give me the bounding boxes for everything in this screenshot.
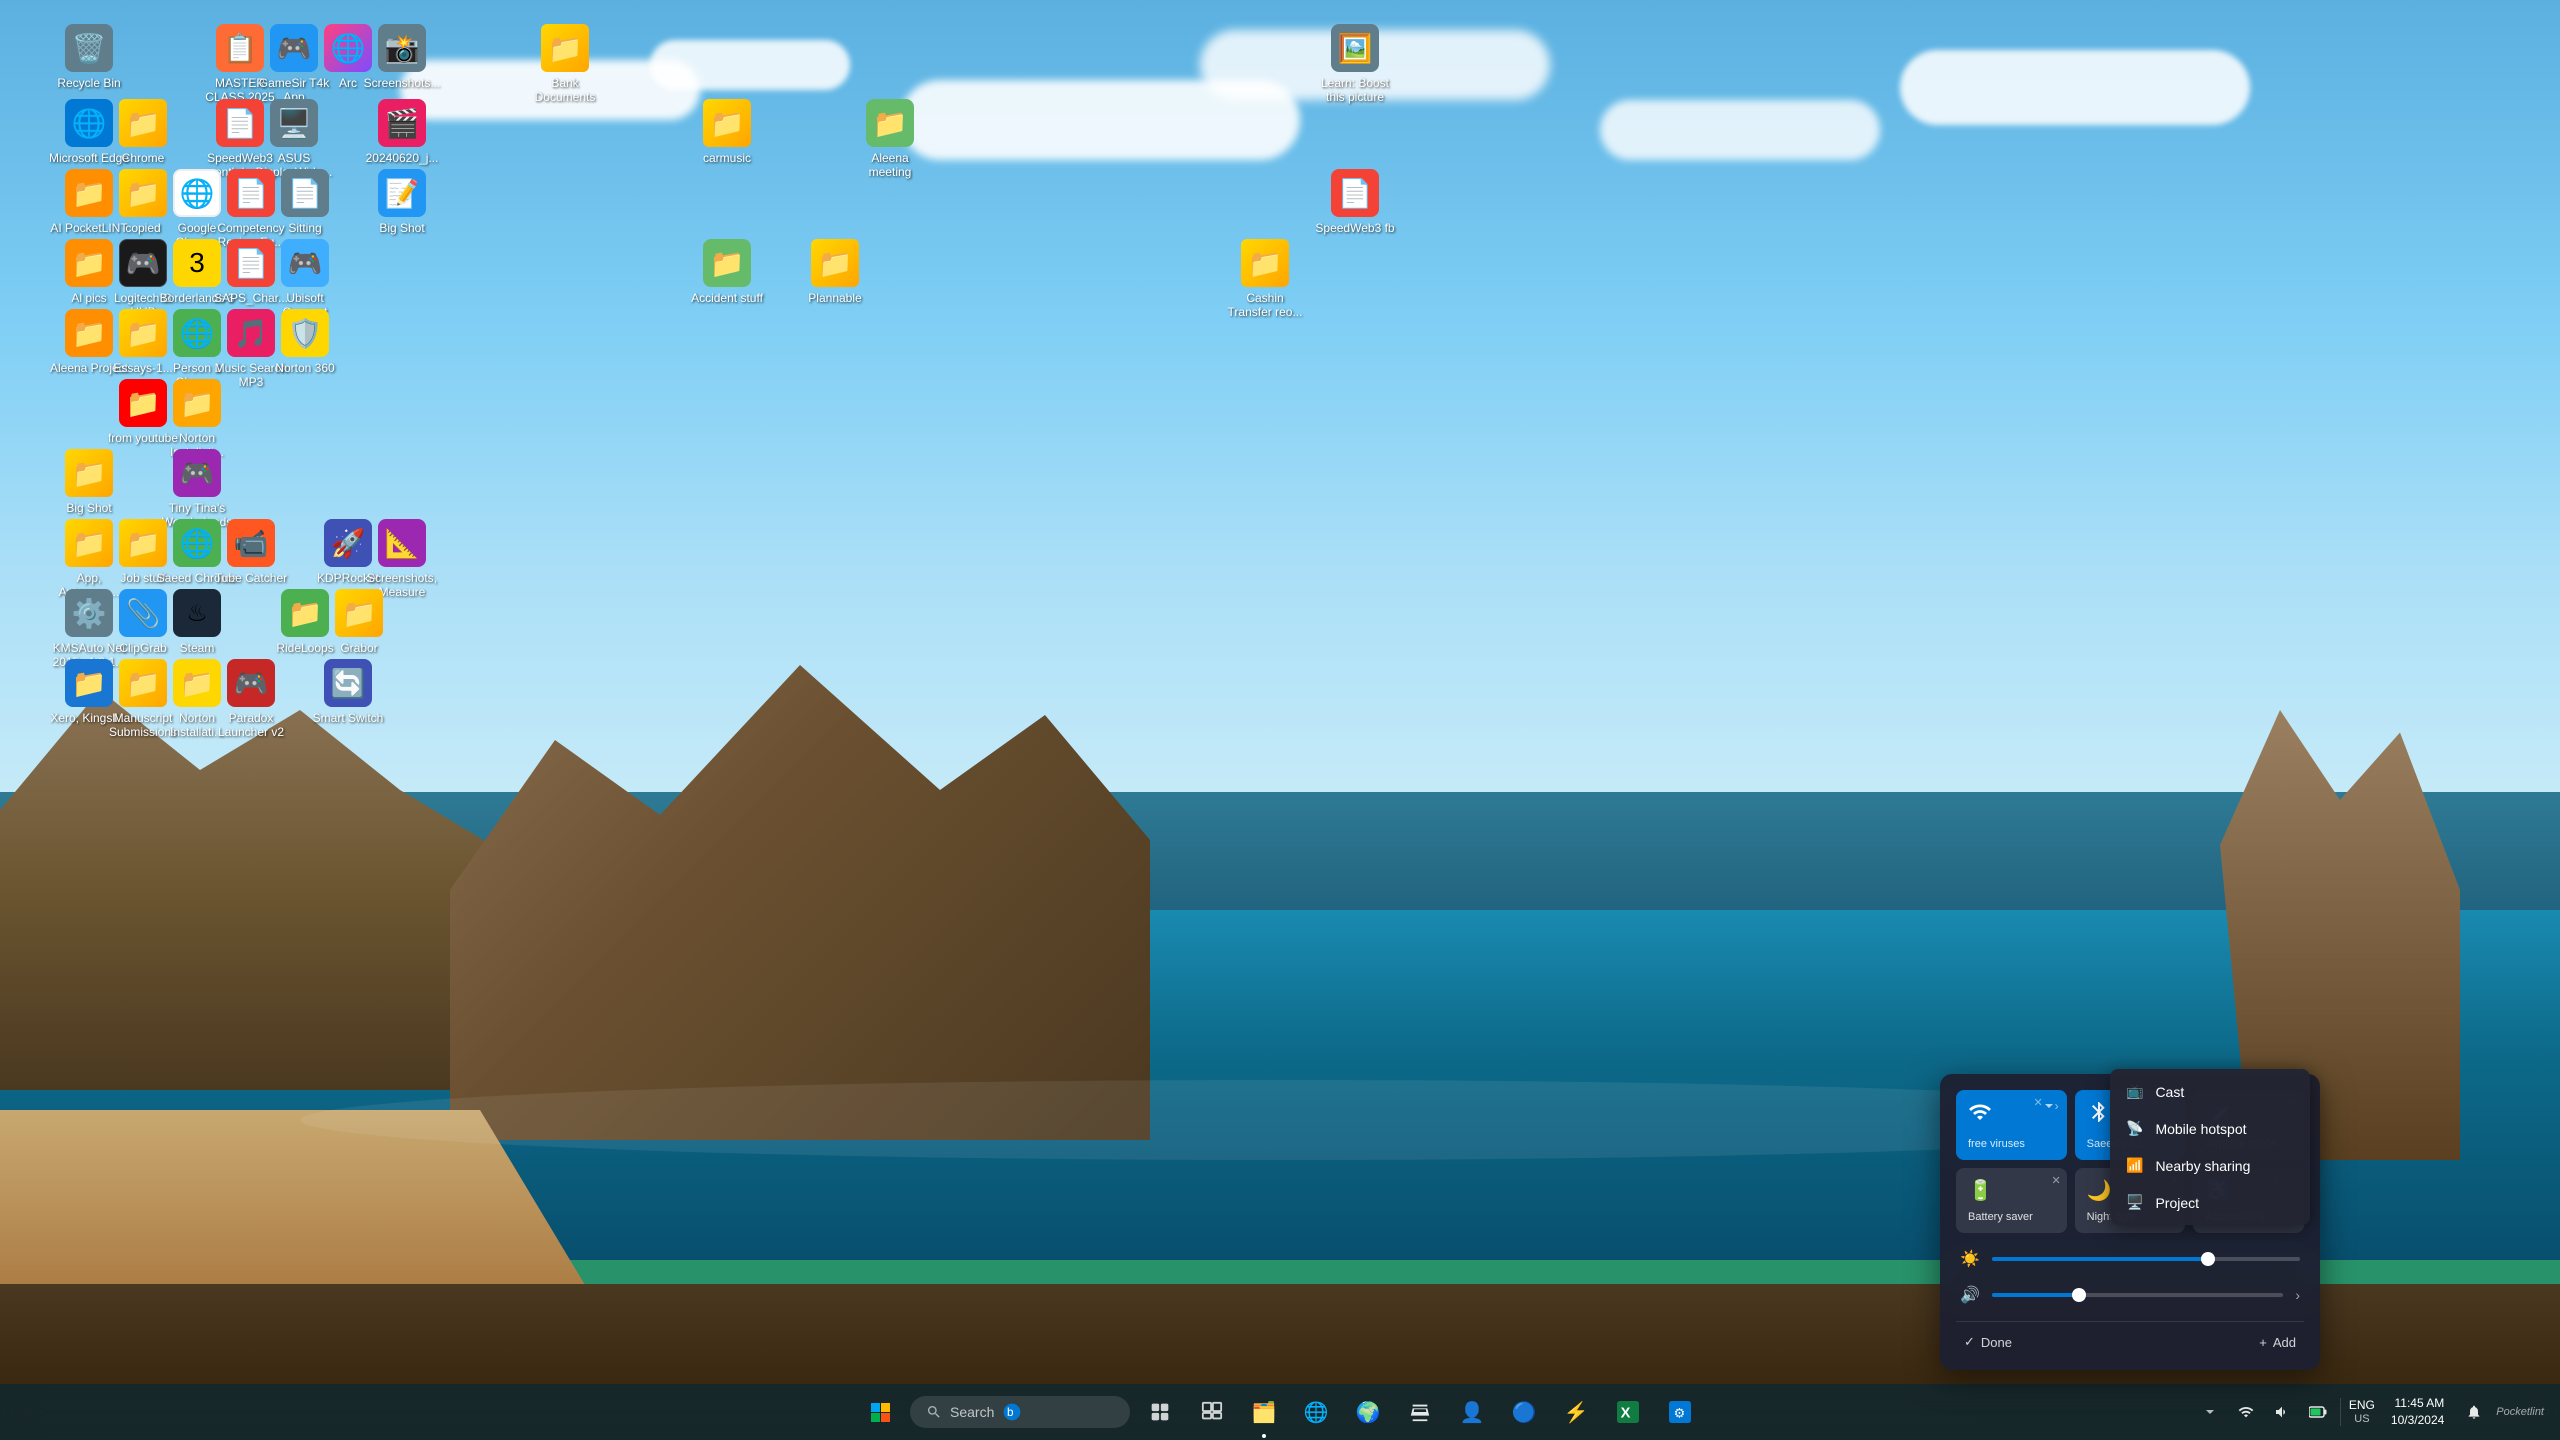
nearby-sharing-icon: 📶 <box>2126 1157 2143 1174</box>
excel-taskbar-button[interactable]: X <box>1606 1390 1650 1434</box>
qs-battery-close[interactable]: ✕ <box>2051 1174 2060 1187</box>
plus-icon: + <box>2259 1335 2267 1350</box>
checkmark-icon: ✓ <box>1964 1334 1975 1350</box>
file-explorer-button[interactable]: 🗂️ <box>1242 1390 1286 1434</box>
volume-tray-icon[interactable] <box>2268 1398 2296 1426</box>
icon-smart-switch[interactable]: 🔄 Smart Switch <box>303 655 393 729</box>
qs-tile-battery-saver[interactable]: ✕ 🔋 Battery saver <box>1956 1168 2067 1233</box>
start-button[interactable] <box>858 1390 902 1434</box>
cast-label: Cast <box>2155 1084 2184 1100</box>
clock[interactable]: 11:45 AM 10/3/2024 <box>2383 1391 2452 1433</box>
search-icon <box>926 1404 942 1420</box>
nearby-sharing-label: Nearby sharing <box>2155 1158 2250 1174</box>
done-label: Done <box>1981 1335 2012 1350</box>
quick-settings-panel: › ✕ free viruses › ✕ Saeed's S22 ✕ ✈️ Ai… <box>1940 1074 2320 1370</box>
icon-cashin[interactable]: 📁 Cashin Transfer reo... <box>1220 235 1310 324</box>
mobile-hotspot-icon: 📡 <box>2126 1120 2143 1137</box>
icon-steam[interactable]: ♨ Steam <box>152 585 242 659</box>
clock-date: 10/3/2024 <box>2391 1412 2444 1429</box>
volume-slider[interactable] <box>1992 1293 2283 1297</box>
volume-icon: 🔊 <box>1960 1285 1980 1305</box>
icon-norton360[interactable]: 🛡️ Norton 360 <box>260 305 350 379</box>
qs-project-item[interactable]: 🖥️ Project <box>2110 1184 2310 1221</box>
chrome-taskbar-button[interactable]: 🔵 <box>1502 1390 1546 1434</box>
battery-tray-icon[interactable] <box>2304 1398 2332 1426</box>
icon-chrome-folder[interactable]: 📁 Chrome <box>98 95 188 169</box>
icon-learn-boost[interactable]: 🖼️ Learn: Boost this picture <box>1310 20 1400 109</box>
task-view-button[interactable] <box>1138 1390 1182 1434</box>
tray-overflow-icon[interactable] <box>2196 1398 2224 1426</box>
network-tray-icon[interactable] <box>2232 1398 2260 1426</box>
cast-icon: 📺 <box>2126 1083 2143 1100</box>
system-tray: ENG US 11:45 AM 10/3/2024 Pocketlint <box>2196 1391 2544 1433</box>
clock-time: 11:45 AM <box>2394 1395 2444 1412</box>
qs-battery-icon: 🔋 <box>1968 1178 2055 1203</box>
qs-wifi-close[interactable]: ✕ <box>2033 1096 2042 1109</box>
tray-divider <box>2340 1398 2341 1426</box>
qs-mobile-hotspot-item[interactable]: 📡 Mobile hotspot <box>2110 1110 2310 1147</box>
language-code: ENG <box>2349 1398 2375 1412</box>
volume-slider-row: 🔊 › <box>1956 1277 2304 1313</box>
taskbar-center-area: Search b <box>858 1390 1702 1434</box>
icon-video-2024[interactable]: 🎬 20240620_j... <box>357 95 447 169</box>
project-label: Project <box>2155 1195 2199 1211</box>
brightness-slider[interactable] <box>1992 1257 2300 1261</box>
search-label: Search <box>950 1404 994 1420</box>
globe-taskbar-button[interactable]: 🌍 <box>1346 1390 1390 1434</box>
icon-bank-docs[interactable]: 📁 Bank Documents <box>520 20 610 109</box>
active-dot <box>1262 1434 1266 1438</box>
language-indicator[interactable]: ENG US <box>2349 1398 2375 1426</box>
icon-screenshots[interactable]: 📸 Screenshots... <box>357 20 447 94</box>
edge-taskbar-button[interactable]: 🌐 <box>1294 1390 1338 1434</box>
icon-recycle-bin[interactable]: 🗑️ Recycle Bin <box>44 20 134 94</box>
bing-icon: b <box>1002 1402 1022 1422</box>
project-icon: 🖥️ <box>2126 1194 2143 1211</box>
icon-bigshot-word[interactable]: 📝 Big Shot <box>357 165 447 239</box>
icon-plannable[interactable]: 📁 Plannable <box>790 235 880 309</box>
icon-aleena-meeting[interactable]: 📁 Aleena meeting <box>845 95 935 184</box>
icon-tube-catcher[interactable]: 📹 Tube Catcher <box>206 515 296 589</box>
qs-done-btn[interactable]: ✓ Done <box>1956 1330 2020 1354</box>
volume-extra-icon[interactable]: › <box>2295 1287 2300 1303</box>
qs-wifi-label: free viruses <box>1968 1138 2055 1150</box>
teams-taskbar-button[interactable]: 👤 <box>1450 1390 1494 1434</box>
icon-paradox[interactable]: 🎮 Paradox Launcher v2 <box>206 655 296 744</box>
qs-footer: ✓ Done + Add <box>1956 1321 2304 1354</box>
notification-bell[interactable] <box>2460 1398 2488 1426</box>
icon-speed-web2[interactable]: 📄 SpeedWeb3 fb <box>1310 165 1400 239</box>
icon-accident-stuff[interactable]: 📁 Accident stuff <box>682 235 772 309</box>
search-bar[interactable]: Search b <box>910 1396 1130 1428</box>
settings-taskbar-button[interactable]: ⚙ <box>1658 1390 1702 1434</box>
svg-text:b: b <box>1007 1406 1013 1419</box>
qs-add-btn[interactable]: + Add <box>2251 1331 2304 1354</box>
qs-tile-wifi[interactable]: › ✕ free viruses <box>1956 1090 2067 1160</box>
app-taskbar-icon1[interactable]: ⚡ <box>1554 1390 1598 1434</box>
qs-dropdown: 📺 Cast 📡 Mobile hotspot 📶 Nearby sharing… <box>2110 1069 2310 1225</box>
icon-carmusic[interactable]: 📁 carmusic <box>682 95 772 169</box>
brightness-icon: ☀️ <box>1960 1249 1980 1269</box>
mobile-hotspot-label: Mobile hotspot <box>2155 1121 2246 1137</box>
store-taskbar-button[interactable] <box>1398 1390 1442 1434</box>
pocketlint-badge: Pocketlint <box>2496 1406 2544 1418</box>
icon-grabor[interactable]: 📁 Grabor <box>314 585 404 659</box>
icon-sitting[interactable]: 📄 Sitting <box>260 165 350 239</box>
qs-battery-label: Battery saver <box>1968 1211 2055 1223</box>
add-label: Add <box>2273 1335 2296 1350</box>
taskbar: Search b <box>0 1384 2560 1440</box>
widgets-button[interactable] <box>1190 1390 1234 1434</box>
svg-text:X: X <box>1621 1406 1631 1422</box>
region-code: US <box>2354 1413 2369 1426</box>
qs-wifi-expand[interactable]: › <box>2041 1096 2061 1116</box>
qs-cast-item[interactable]: 📺 Cast <box>2110 1073 2310 1110</box>
svg-text:⚙: ⚙ <box>1674 1406 1686 1421</box>
icon-bigshot-folder[interactable]: 📁 Big Shot <box>44 445 134 519</box>
qs-nearby-sharing-item[interactable]: 📶 Nearby sharing <box>2110 1147 2310 1184</box>
brightness-slider-row: ☀️ <box>1956 1241 2304 1277</box>
